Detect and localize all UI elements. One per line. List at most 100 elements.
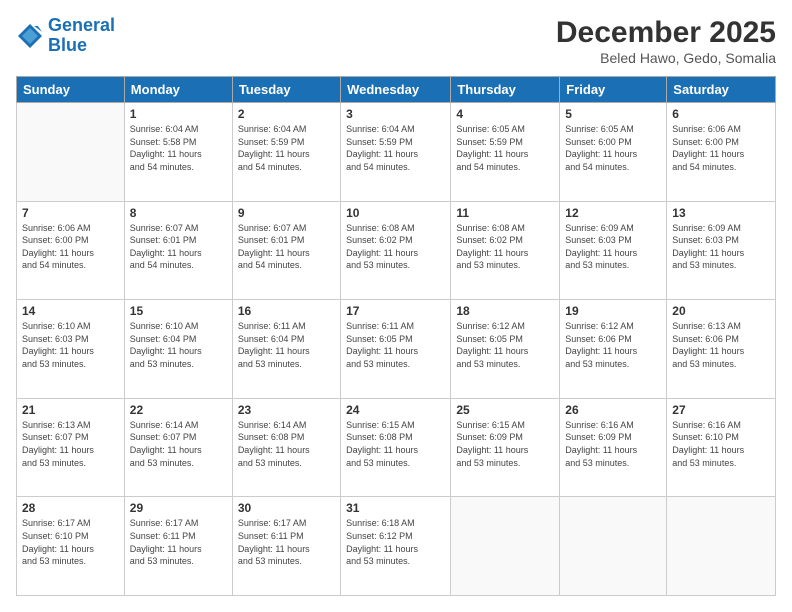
day-number: 1 — [130, 107, 227, 121]
calendar-cell: 4 Sunrise: 6:05 AM Sunset: 5:59 PM Daylig… — [451, 103, 560, 202]
calendar-cell: 17 Sunrise: 6:11 AM Sunset: 6:05 PM Dayli… — [341, 300, 451, 399]
day-number: 16 — [238, 304, 335, 318]
day-number: 13 — [672, 206, 770, 220]
day-number: 22 — [130, 403, 227, 417]
day-info: Sunrise: 6:13 AM Sunset: 6:06 PM Dayligh… — [672, 320, 770, 370]
day-number: 27 — [672, 403, 770, 417]
calendar-cell: 7Sunrise: 6:06 AM Sunset: 6:00 PM Daylig… — [17, 201, 125, 300]
day-info: Sunrise: 6:17 AM Sunset: 6:11 PM Dayligh… — [238, 517, 335, 567]
day-number: 6 — [672, 107, 770, 121]
day-number: 9 — [238, 206, 335, 220]
calendar-cell: 13Sunrise: 6:09 AM Sunset: 6:03 PM Dayli… — [667, 201, 776, 300]
calendar-cell: 16 Sunrise: 6:11 AM Sunset: 6:04 PM Dayli… — [232, 300, 340, 399]
logo-line1: General — [48, 15, 115, 35]
day-info: Sunrise: 6:08 AM Sunset: 6:02 PM Dayligh… — [346, 222, 445, 272]
calendar-cell: 5 Sunrise: 6:05 AM Sunset: 6:00 PM Daylig… — [560, 103, 667, 202]
day-info: Sunrise: 6:04 AM Sunset: 5:59 PM Dayligh… — [346, 123, 445, 173]
calendar-cell: 15 Sunrise: 6:10 AM Sunset: 6:04 PM Dayli… — [124, 300, 232, 399]
calendar-cell: 12 Sunrise: 6:09 AM Sunset: 6:03 PM Dayli… — [560, 201, 667, 300]
calendar-cell: 31 Sunrise: 6:18 AM Sunset: 6:12 PM Dayli… — [341, 497, 451, 596]
calendar-cell — [560, 497, 667, 596]
day-number: 30 — [238, 501, 335, 515]
calendar-cell: 6Sunrise: 6:06 AM Sunset: 6:00 PM Daylig… — [667, 103, 776, 202]
day-number: 29 — [130, 501, 227, 515]
calendar-cell: 8Sunrise: 6:07 AM Sunset: 6:01 PM Daylig… — [124, 201, 232, 300]
day-info: Sunrise: 6:11 AM Sunset: 6:05 PM Dayligh… — [346, 320, 445, 370]
day-number: 28 — [22, 501, 119, 515]
calendar-day-header: Wednesday — [341, 77, 451, 103]
day-info: Sunrise: 6:16 AM Sunset: 6:09 PM Dayligh… — [565, 419, 661, 469]
day-info: Sunrise: 6:05 AM Sunset: 5:59 PM Dayligh… — [456, 123, 554, 173]
day-info: Sunrise: 6:15 AM Sunset: 6:09 PM Dayligh… — [456, 419, 554, 469]
day-info: Sunrise: 6:12 AM Sunset: 6:05 PM Dayligh… — [456, 320, 554, 370]
calendar-day-header: Thursday — [451, 77, 560, 103]
calendar-cell: 11 Sunrise: 6:08 AM Sunset: 6:02 PM Dayli… — [451, 201, 560, 300]
day-info: Sunrise: 6:09 AM Sunset: 6:03 PM Dayligh… — [565, 222, 661, 272]
day-info: Sunrise: 6:05 AM Sunset: 6:00 PM Dayligh… — [565, 123, 661, 173]
day-info: Sunrise: 6:04 AM Sunset: 5:59 PM Dayligh… — [238, 123, 335, 173]
logo-line2: Blue — [48, 35, 87, 55]
day-info: Sunrise: 6:12 AM Sunset: 6:06 PM Dayligh… — [565, 320, 661, 370]
calendar-day-header: Friday — [560, 77, 667, 103]
day-info: Sunrise: 6:04 AM Sunset: 5:58 PM Dayligh… — [130, 123, 227, 173]
calendar-cell: 22 Sunrise: 6:14 AM Sunset: 6:07 PM Dayli… — [124, 398, 232, 497]
day-number: 31 — [346, 501, 445, 515]
calendar-cell — [17, 103, 125, 202]
day-info: Sunrise: 6:13 AM Sunset: 6:07 PM Dayligh… — [22, 419, 119, 469]
main-title: December 2025 — [556, 16, 776, 50]
header: General Blue December 2025 Beled Hawo, G… — [16, 16, 776, 66]
calendar-day-header: Monday — [124, 77, 232, 103]
sub-title: Beled Hawo, Gedo, Somalia — [556, 50, 776, 66]
calendar-cell: 1 Sunrise: 6:04 AM Sunset: 5:58 PM Daylig… — [124, 103, 232, 202]
day-info: Sunrise: 6:07 AM Sunset: 6:01 PM Dayligh… — [238, 222, 335, 272]
day-number: 4 — [456, 107, 554, 121]
title-block: December 2025 Beled Hawo, Gedo, Somalia — [556, 16, 776, 66]
day-number: 18 — [456, 304, 554, 318]
calendar-week-row: 28Sunrise: 6:17 AM Sunset: 6:10 PM Dayli… — [17, 497, 776, 596]
calendar-week-row: 14Sunrise: 6:10 AM Sunset: 6:03 PM Dayli… — [17, 300, 776, 399]
day-info: Sunrise: 6:11 AM Sunset: 6:04 PM Dayligh… — [238, 320, 335, 370]
day-number: 21 — [22, 403, 119, 417]
logo-icon — [16, 22, 44, 50]
calendar-cell: 18 Sunrise: 6:12 AM Sunset: 6:05 PM Dayli… — [451, 300, 560, 399]
day-number: 3 — [346, 107, 445, 121]
day-info: Sunrise: 6:10 AM Sunset: 6:03 PM Dayligh… — [22, 320, 119, 370]
day-number: 5 — [565, 107, 661, 121]
day-info: Sunrise: 6:18 AM Sunset: 6:12 PM Dayligh… — [346, 517, 445, 567]
day-number: 15 — [130, 304, 227, 318]
calendar-cell: 3 Sunrise: 6:04 AM Sunset: 5:59 PM Daylig… — [341, 103, 451, 202]
calendar-week-row: 7Sunrise: 6:06 AM Sunset: 6:00 PM Daylig… — [17, 201, 776, 300]
day-number: 24 — [346, 403, 445, 417]
day-number: 23 — [238, 403, 335, 417]
calendar-table: SundayMondayTuesdayWednesdayThursdayFrid… — [16, 76, 776, 596]
day-info: Sunrise: 6:10 AM Sunset: 6:04 PM Dayligh… — [130, 320, 227, 370]
calendar-cell — [451, 497, 560, 596]
calendar-header-row: SundayMondayTuesdayWednesdayThursdayFrid… — [17, 77, 776, 103]
day-info: Sunrise: 6:15 AM Sunset: 6:08 PM Dayligh… — [346, 419, 445, 469]
day-info: Sunrise: 6:17 AM Sunset: 6:11 PM Dayligh… — [130, 517, 227, 567]
day-info: Sunrise: 6:14 AM Sunset: 6:08 PM Dayligh… — [238, 419, 335, 469]
day-number: 19 — [565, 304, 661, 318]
day-info: Sunrise: 6:16 AM Sunset: 6:10 PM Dayligh… — [672, 419, 770, 469]
day-number: 11 — [456, 206, 554, 220]
day-number: 20 — [672, 304, 770, 318]
calendar-day-header: Saturday — [667, 77, 776, 103]
day-number: 26 — [565, 403, 661, 417]
page: General Blue December 2025 Beled Hawo, G… — [0, 0, 792, 612]
day-number: 2 — [238, 107, 335, 121]
calendar-cell: 28Sunrise: 6:17 AM Sunset: 6:10 PM Dayli… — [17, 497, 125, 596]
calendar-cell: 2 Sunrise: 6:04 AM Sunset: 5:59 PM Daylig… — [232, 103, 340, 202]
day-number: 25 — [456, 403, 554, 417]
day-info: Sunrise: 6:08 AM Sunset: 6:02 PM Dayligh… — [456, 222, 554, 272]
calendar-day-header: Sunday — [17, 77, 125, 103]
calendar-cell: 14Sunrise: 6:10 AM Sunset: 6:03 PM Dayli… — [17, 300, 125, 399]
calendar-cell — [667, 497, 776, 596]
calendar-cell: 24 Sunrise: 6:15 AM Sunset: 6:08 PM Dayli… — [341, 398, 451, 497]
day-info: Sunrise: 6:07 AM Sunset: 6:01 PM Dayligh… — [130, 222, 227, 272]
day-number: 12 — [565, 206, 661, 220]
day-number: 10 — [346, 206, 445, 220]
day-number: 17 — [346, 304, 445, 318]
day-info: Sunrise: 6:14 AM Sunset: 6:07 PM Dayligh… — [130, 419, 227, 469]
calendar-week-row: 1 Sunrise: 6:04 AM Sunset: 5:58 PM Daylig… — [17, 103, 776, 202]
calendar-cell: 27 Sunrise: 6:16 AM Sunset: 6:10 PM Dayli… — [667, 398, 776, 497]
